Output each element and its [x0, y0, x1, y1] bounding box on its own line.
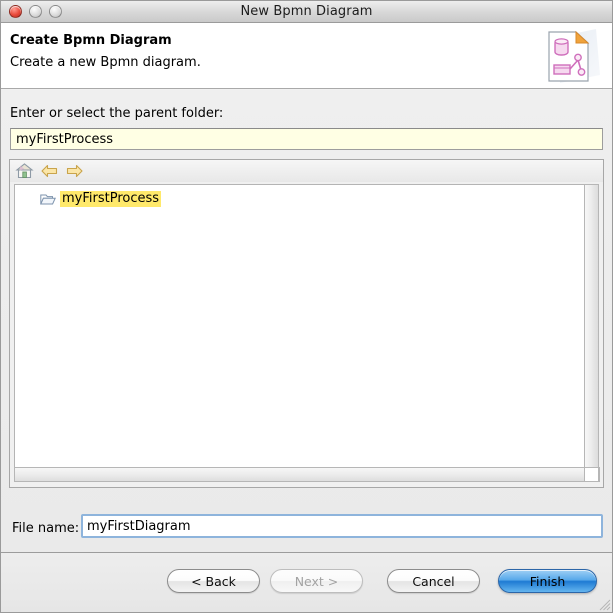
bpmn-diagram-document-icon — [548, 29, 600, 83]
tree-item-label: myFirstProcess — [60, 190, 162, 207]
file-name-input[interactable] — [81, 514, 603, 538]
folder-tree-view[interactable]: myFirstProcess — [14, 184, 585, 468]
resize-grip[interactable] — [596, 596, 611, 611]
tree-toolbar — [10, 160, 603, 182]
tree-vertical-scrollbar[interactable] — [584, 184, 599, 468]
dialog-header: Create Bpmn Diagram Create a new Bpmn di… — [1, 23, 612, 89]
tree-item-myfirstprocess[interactable]: myFirstProcess — [15, 189, 584, 208]
open-folder-icon — [40, 194, 56, 204]
new-bpmn-diagram-dialog: New Bpmn Diagram Create Bpmn Diagram Cre… — [0, 0, 613, 613]
folder-tree-panel: myFirstProcess — [9, 159, 604, 488]
window-title: New Bpmn Diagram — [240, 4, 373, 19]
next-button: Next > — [270, 569, 363, 593]
forward-arrow-icon[interactable] — [65, 162, 84, 180]
back-arrow-icon[interactable] — [40, 162, 59, 180]
parent-folder-label: Enter or select the parent folder: — [10, 106, 224, 121]
page-subtitle: Create a new Bpmn diagram. — [10, 55, 201, 70]
finish-button[interactable]: Finish — [498, 569, 597, 593]
window-titlebar: New Bpmn Diagram — [1, 1, 612, 23]
back-button[interactable]: < Back — [167, 569, 260, 593]
cancel-button[interactable]: Cancel — [387, 569, 480, 593]
page-title: Create Bpmn Diagram — [10, 33, 172, 48]
dialog-body: Enter or select the parent folder: myFir… — [1, 90, 612, 577]
scrollbar-corner — [584, 467, 599, 482]
file-name-label: File name: — [12, 521, 80, 536]
home-icon[interactable] — [15, 162, 34, 180]
tree-horizontal-scrollbar[interactable] — [14, 467, 600, 482]
parent-folder-input[interactable] — [10, 128, 603, 150]
